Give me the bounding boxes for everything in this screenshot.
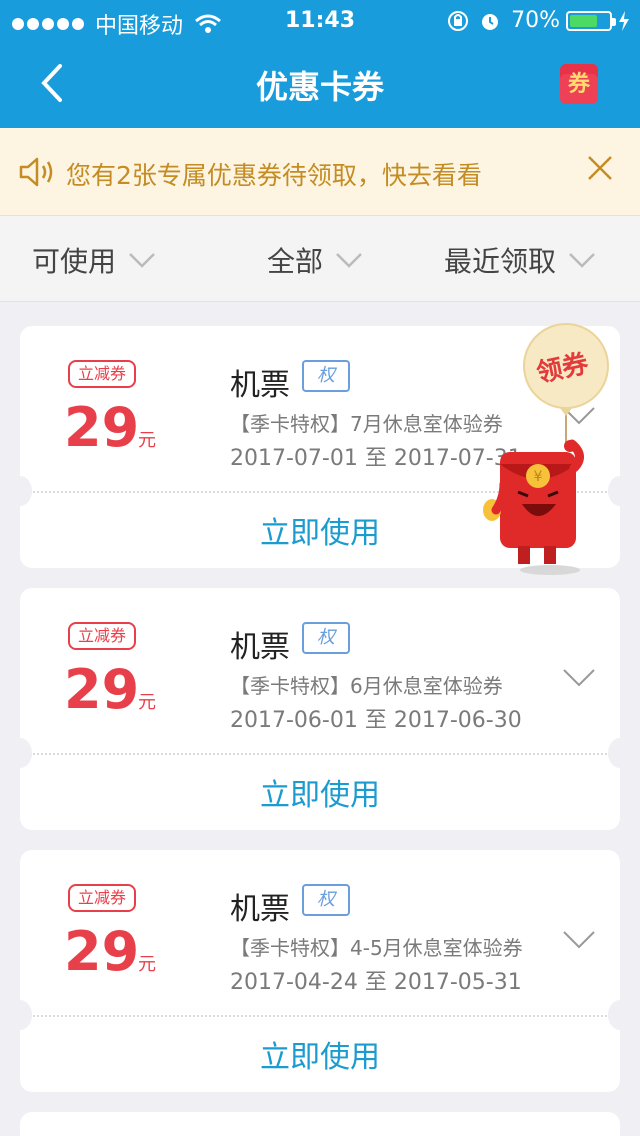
filter-type[interactable]: 全部 — [267, 240, 363, 280]
perforation-divider — [30, 753, 610, 755]
filter-sort[interactable]: 最近领取 — [444, 240, 596, 280]
privilege-badge: 权 — [302, 622, 350, 654]
chevron-down-icon — [569, 253, 595, 268]
header: 中国移动 11:43 70% 优惠卡券 券 — [0, 0, 640, 128]
ticket-notch — [608, 1000, 632, 1030]
coupon-card[interactable]: 立减券 29 元 机票 权 【季卡特权】4-5月休息室体验券 2017-04-2… — [8, 850, 632, 1092]
filter-bar: 可使用 全部 最近领取 — [0, 216, 640, 302]
notice-text: 您有2张专属优惠券待领取，快去看看 — [66, 161, 482, 190]
notice-banner[interactable]: 您有2张专属优惠券待领取，快去看看 — [0, 128, 640, 216]
speaker-icon — [19, 157, 53, 187]
battery-icon — [566, 10, 616, 31]
coupon-title: 机票 — [230, 368, 290, 403]
navigation-bar: 优惠卡券 券 — [0, 40, 640, 128]
claim-coupon-promo[interactable]: ¥ 领券 — [474, 318, 624, 580]
battery-percent: 70% — [511, 8, 560, 33]
ticket-notch — [8, 1000, 32, 1030]
use-now-button[interactable]: 立即使用 — [20, 1032, 620, 1076]
coupon-unit: 元 — [138, 954, 156, 975]
coupon-description: 【季卡特权】7月休息室体验券 — [230, 412, 503, 436]
coupon-title: 机票 — [230, 630, 290, 665]
coupon-unit: 元 — [138, 430, 156, 451]
coupon-description: 【季卡特权】4-5月休息室体验券 — [230, 936, 523, 960]
chevron-down-icon — [129, 253, 155, 268]
expand-chevron-icon[interactable] — [562, 668, 596, 688]
ticket-notch — [608, 738, 632, 768]
use-now-button[interactable]: 立即使用 — [20, 770, 620, 814]
ticket-notch — [8, 738, 32, 768]
filter-status-label: 可使用 — [32, 245, 117, 278]
coupon-validity: 2017-04-24 至 2017-05-31 — [230, 970, 522, 995]
privilege-badge: 权 — [302, 884, 350, 916]
alarm-icon — [482, 13, 499, 30]
coupon-amount: 29 — [64, 920, 140, 983]
coupon-tag: 立减券 — [68, 360, 136, 388]
coupon-amount: 29 — [64, 396, 140, 459]
coupon-description: 【季卡特权】6月休息室体验券 — [230, 674, 503, 698]
close-icon[interactable] — [586, 154, 614, 182]
coupon-card[interactable] — [20, 1112, 620, 1136]
coupon-title: 机票 — [230, 892, 290, 927]
filter-sort-label: 最近领取 — [444, 245, 557, 278]
filter-type-label: 全部 — [267, 245, 324, 278]
rotation-lock-icon — [448, 10, 469, 31]
coupon-unit: 元 — [138, 692, 156, 713]
coupon-icon-button[interactable]: 券 — [560, 64, 598, 104]
ticket-notch — [8, 476, 32, 506]
status-bar: 中国移动 11:43 70% — [0, 0, 640, 40]
privilege-badge: 权 — [302, 360, 350, 392]
coupon-validity: 2017-06-01 至 2017-06-30 — [230, 708, 522, 733]
expand-chevron-icon[interactable] — [562, 930, 596, 950]
perforation-divider — [30, 1015, 610, 1017]
svg-text:¥: ¥ — [534, 469, 543, 485]
coupon-tag: 立减券 — [68, 884, 136, 912]
filter-status[interactable]: 可使用 — [32, 240, 156, 280]
coupon-amount: 29 — [64, 658, 140, 721]
charging-icon — [619, 10, 629, 31]
page-title: 优惠卡券 — [255, 68, 384, 106]
coupon-card[interactable]: 立减券 29 元 机票 权 【季卡特权】6月休息室体验券 2017-06-01 … — [8, 588, 632, 830]
coupon-tag: 立减券 — [68, 622, 136, 650]
chevron-down-icon — [336, 253, 362, 268]
